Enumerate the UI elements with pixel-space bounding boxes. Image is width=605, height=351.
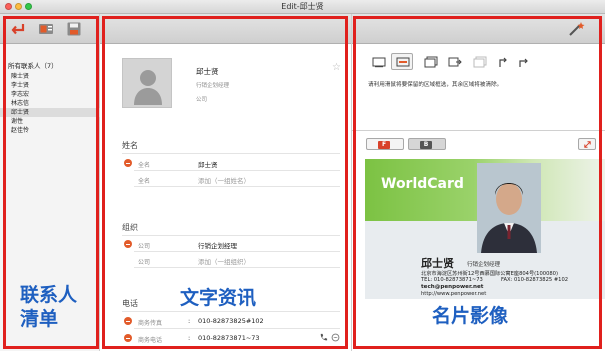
divider (122, 311, 340, 312)
expand-icon (584, 141, 591, 148)
contact-item[interactable]: 李志宏 (0, 90, 100, 99)
expand-button[interactable] (578, 138, 596, 150)
card-swap-icon[interactable] (448, 56, 462, 68)
divider (134, 251, 340, 252)
left-toolbar (0, 14, 99, 44)
remove-field-icon[interactable] (124, 240, 132, 248)
save-icon[interactable] (66, 21, 82, 37)
card-brand: WorldCard (381, 176, 464, 192)
contact-item-selected[interactable]: 邱士贤 (0, 108, 100, 117)
card-scan-icon[interactable] (38, 21, 54, 37)
detail-toolbar (100, 14, 351, 44)
back-tab-label: B (420, 140, 432, 149)
business-card-image[interactable]: WorldCard 邱士贤 行销企划经理 北京市海淀区苏州街12号西慕国际公寓E… (365, 159, 605, 299)
field-label: 公司 (138, 259, 151, 266)
avatar[interactable] (122, 58, 172, 108)
add-organization-field[interactable]: 添加（一组组织） (198, 256, 250, 266)
field-label: 全名 (138, 178, 151, 185)
card-layers-icon[interactable] (473, 56, 487, 68)
favorite-star-icon[interactable]: ☆ (332, 62, 341, 73)
divider (134, 186, 340, 187)
card-back-tab[interactable]: B (408, 138, 446, 150)
contact-list-header: 所有联系人（7） (8, 62, 58, 70)
window-title: Edit-邱士贤 (281, 2, 324, 11)
contact-item[interactable]: 李士贤 (0, 81, 100, 90)
divider (134, 328, 340, 329)
field-label: 全名 (138, 162, 151, 169)
card-website: http://www.penpower.net (421, 291, 487, 297)
contact-company[interactable]: 公司 (196, 95, 207, 103)
name-section-title: 姓名 (122, 141, 138, 150)
selected-mode-button[interactable] (391, 53, 413, 70)
contact-item[interactable]: 赵佳怜 (0, 126, 100, 135)
field-label: 商务传真 (138, 320, 163, 327)
remove-field-icon[interactable] (124, 334, 132, 342)
text-info-caption: 文字资讯 (180, 287, 257, 309)
call-icon[interactable] (319, 333, 328, 342)
contact-item[interactable]: 谢性 (0, 117, 100, 126)
crop-select-icon (396, 57, 410, 67)
window-titlebar: Edit-邱士贤 (0, 0, 605, 14)
rotate-right-icon[interactable] (516, 56, 530, 68)
card-portrait (477, 163, 541, 253)
contact-item[interactable]: 陳士贤 (0, 72, 100, 81)
magic-wand-icon[interactable] (568, 21, 586, 37)
phone-section-title: 电话 (122, 299, 138, 308)
contact-list-caption: 联系人 清单 (20, 284, 78, 330)
rotate-left-icon[interactable] (496, 56, 510, 68)
divider (134, 267, 340, 268)
full-name-field[interactable]: 邱士贤 (198, 159, 218, 169)
business-fax-field[interactable]: 010-82873825#102 (198, 317, 264, 325)
card-tel: TEL: 010-82873871~73 (421, 277, 483, 283)
colon: : (188, 334, 191, 342)
crop-mode-icon[interactable] (372, 56, 386, 68)
org-section-title: 组织 (122, 223, 138, 232)
image-toolbar (352, 14, 605, 44)
back-arrow-icon[interactable] (10, 21, 26, 37)
card-fax: FAX: 010-82873825 #102 (501, 277, 569, 283)
business-phone-field[interactable]: 010-82873871~73 (198, 334, 260, 342)
card-person-name: 邱士贤 (421, 257, 454, 270)
field-label: 公司 (138, 243, 151, 250)
remove-field-icon[interactable] (124, 159, 132, 167)
card-front-tab[interactable]: F (366, 138, 404, 150)
message-icon[interactable] (331, 333, 340, 342)
card-front-icon[interactable] (424, 56, 438, 68)
contact-job-title[interactable]: 行销企划经理 (196, 81, 229, 89)
card-email: tech@penpower.net (421, 284, 484, 290)
colon: : (188, 317, 191, 325)
field-label: 商务电话 (138, 337, 163, 344)
remove-field-icon[interactable] (124, 317, 132, 325)
card-address: 北京市海淀区苏州街12号西慕国际公寓E座804号(100080) (421, 271, 559, 277)
crop-instruction-text: 请利用滑鼠将要保留的区域框选，其余区域将被清除。 (368, 82, 503, 88)
card-job-title: 行销企划经理 (467, 262, 501, 268)
add-name-field[interactable]: 添加（一组姓名） (198, 175, 250, 185)
contact-list: 陳士贤 李士贤 李志宏 林志信 邱士贤 谢性 赵佳怜 (0, 72, 100, 135)
company-field[interactable]: 行销企划经理 (198, 240, 237, 250)
contact-item[interactable]: 林志信 (0, 99, 100, 108)
divider (134, 170, 340, 171)
divider (122, 153, 340, 154)
divider (352, 130, 605, 131)
person-silhouette-icon (134, 70, 162, 105)
contact-name[interactable]: 邱士贤 (196, 66, 219, 77)
front-tab-label: F (378, 140, 390, 149)
divider (122, 235, 340, 236)
card-image-caption: 名片影像 (432, 305, 509, 327)
